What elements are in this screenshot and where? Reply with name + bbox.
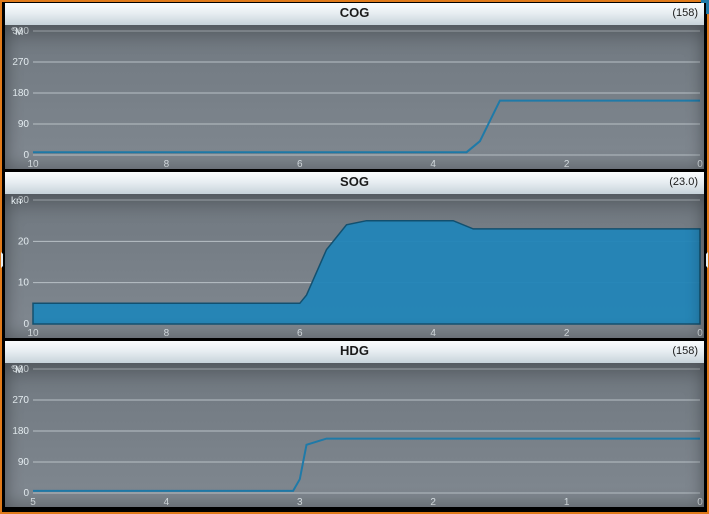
svg-text:1: 1	[564, 497, 570, 507]
unit-label: °M	[11, 27, 23, 38]
panel-title: HDG	[5, 343, 704, 358]
svg-text:270: 270	[12, 395, 29, 406]
panel-title: SOG	[5, 174, 704, 189]
svg-text:2: 2	[564, 159, 570, 169]
svg-text:2: 2	[564, 328, 570, 338]
panel-current-value: (23.0)	[669, 176, 698, 188]
svg-text:6: 6	[297, 159, 303, 169]
svg-text:180: 180	[12, 88, 29, 99]
svg-text:0: 0	[23, 488, 29, 499]
instrument-frame: COG (158) °M 0901802703601086420 SOG (23…	[0, 0, 709, 514]
svg-text:0: 0	[697, 159, 703, 169]
svg-text:4: 4	[164, 497, 170, 507]
svg-text:5: 5	[30, 497, 36, 507]
chart-svg: 090180270360543210	[5, 363, 704, 507]
svg-text:90: 90	[18, 119, 30, 130]
panel-title: COG	[5, 5, 704, 20]
panel-cog: COG (158) °M 0901802703601086420	[3, 3, 706, 171]
svg-text:0: 0	[697, 328, 703, 338]
unit-label: kn	[11, 196, 22, 207]
svg-text:180: 180	[12, 426, 29, 437]
panel-current-value: (158)	[672, 7, 698, 19]
chart-svg: 01020301086420	[5, 194, 704, 338]
plot-area[interactable]: °M 090180270360543210	[5, 363, 704, 507]
panel-header: HDG (158)	[5, 341, 704, 364]
svg-text:3: 3	[297, 497, 303, 507]
svg-text:8: 8	[164, 159, 170, 169]
svg-text:8: 8	[164, 328, 170, 338]
svg-text:20: 20	[18, 236, 30, 247]
svg-text:2: 2	[430, 497, 436, 507]
panel-header: SOG (23.0)	[5, 172, 704, 195]
panel-header: COG (158)	[5, 3, 704, 26]
unit-label: °M	[11, 365, 23, 376]
svg-text:90: 90	[18, 457, 30, 468]
svg-text:10: 10	[27, 328, 39, 338]
svg-text:0: 0	[697, 497, 703, 507]
chart-svg: 0901802703601086420	[5, 25, 704, 169]
svg-text:270: 270	[12, 57, 29, 68]
panel-sog: SOG (23.0) kn 01020301086420	[3, 172, 706, 340]
plot-area[interactable]: °M 0901802703601086420	[5, 25, 704, 169]
svg-text:10: 10	[18, 278, 30, 289]
panel-hdg: HDG (158) °M 090180270360543210	[3, 341, 706, 509]
plot-area[interactable]: kn 01020301086420	[5, 194, 704, 338]
svg-text:10: 10	[27, 159, 39, 169]
svg-text:4: 4	[430, 159, 436, 169]
svg-text:6: 6	[297, 328, 303, 338]
panel-current-value: (158)	[672, 345, 698, 357]
svg-text:4: 4	[430, 328, 436, 338]
